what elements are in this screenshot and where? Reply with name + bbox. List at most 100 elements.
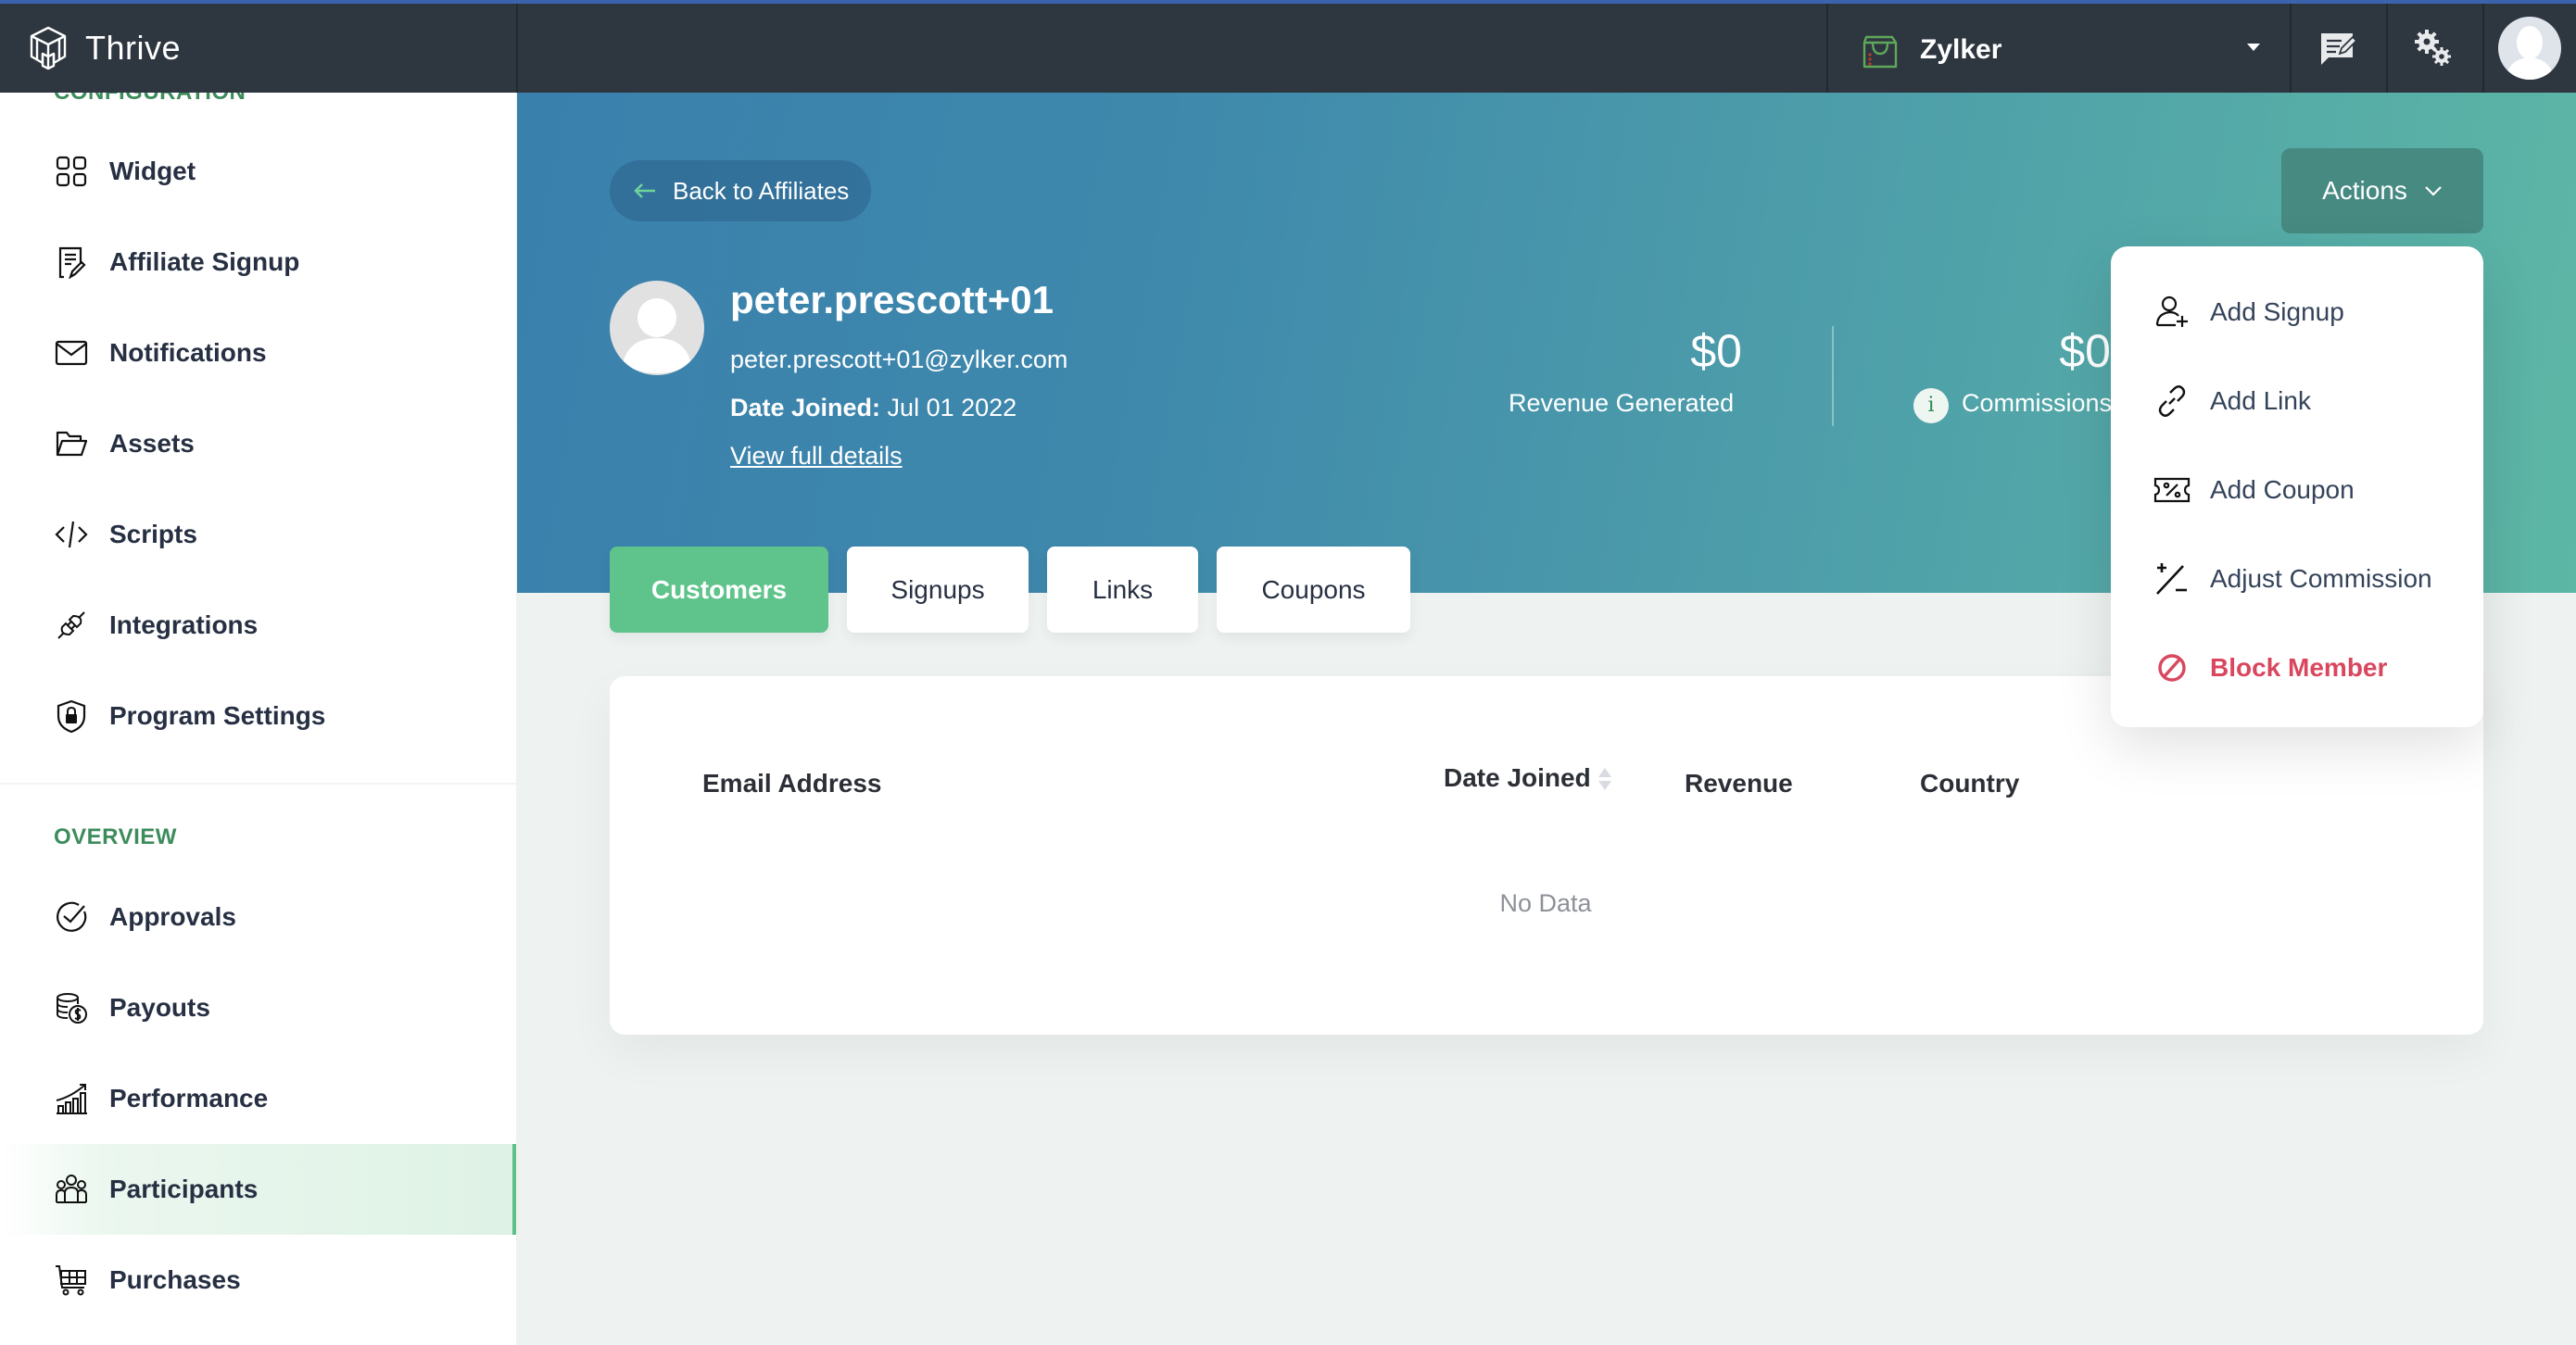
settings-gears-icon[interactable]: [2413, 28, 2454, 69]
date-joined-label: Date Joined:: [730, 394, 881, 421]
commissions-label: Commissions: [1962, 389, 2113, 417]
check-circle-icon: [54, 899, 89, 935]
chevron-down-icon: [2425, 186, 2442, 196]
sidebar-item-label: Purchases: [109, 1265, 241, 1294]
date-joined-value: Jul 01 2022: [887, 394, 1017, 421]
column-header-country: Country: [1920, 769, 2020, 798]
user-avatar[interactable]: [2498, 17, 2561, 80]
actions-label: Actions: [2322, 176, 2407, 205]
cart-icon: [54, 1263, 89, 1298]
affiliate-avatar: [610, 281, 704, 375]
stats-divider: [1832, 326, 1834, 426]
tab-links[interactable]: Links: [1047, 547, 1198, 633]
sidebar-item-label: Widget: [109, 157, 196, 185]
folder-open-icon: [54, 426, 89, 461]
plus-minus-icon: [2153, 560, 2191, 597]
sidebar-item-payouts[interactable]: Payouts: [0, 962, 516, 1053]
code-icon: [54, 517, 89, 552]
sidebar-item-scripts[interactable]: Scripts: [0, 489, 516, 580]
store-name: Zylker: [1920, 34, 2002, 65]
coins-dollar-icon: [54, 990, 89, 1025]
sidebar-item-label: Affiliate Signup: [109, 247, 300, 276]
actions-menu: Add Signup Add Link Add Coupon Adjust Co…: [2111, 246, 2483, 727]
sidebar-item-participants[interactable]: Participants: [0, 1144, 516, 1235]
sidebar-item-label: Program Settings: [109, 701, 326, 730]
grid-icon: [54, 154, 89, 189]
sidebar-item-label: Assets: [109, 429, 195, 458]
top-navigation-bar: Thrive Zylker: [0, 0, 2576, 93]
link-icon: [2153, 383, 2191, 420]
sidebar-item-performance[interactable]: Performance: [0, 1053, 516, 1144]
view-full-details-link[interactable]: View full details: [730, 442, 903, 471]
header-divider: [2482, 4, 2484, 93]
actions-dropdown-button[interactable]: Actions: [2281, 148, 2483, 233]
app-name: Thrive: [85, 29, 182, 67]
tab-customers[interactable]: Customers: [610, 547, 828, 633]
sidebar-item-label: Notifications: [109, 338, 267, 367]
header-divider: [2386, 4, 2388, 93]
sidebar-item-program-settings[interactable]: Program Settings: [0, 671, 516, 761]
sidebar-item-label: Integrations: [109, 610, 259, 639]
tab-coupons[interactable]: Coupons: [1217, 547, 1410, 633]
tab-signups[interactable]: Signups: [847, 547, 1029, 633]
menu-item-label: Add Signup: [2210, 297, 2344, 326]
form-edit-icon: [54, 245, 89, 280]
user-plus-icon: [2153, 294, 2191, 331]
sidebar-item-notifications[interactable]: Notifications: [0, 308, 516, 398]
feedback-icon[interactable]: [2317, 28, 2358, 69]
sidebar-item-label: Payouts: [109, 993, 210, 1022]
sidebar-item-label: Performance: [109, 1084, 269, 1112]
menu-item-label: Add Coupon: [2210, 475, 2355, 504]
store-switcher[interactable]: Zylker: [1859, 30, 2001, 70]
caret-down-icon[interactable]: [2247, 44, 2260, 51]
menu-item-label: Block Member: [2210, 653, 2388, 682]
commissions-value: $0: [2059, 325, 2111, 377]
growth-chart-icon: [54, 1081, 89, 1116]
sidebar-item-integrations[interactable]: Integrations: [0, 580, 516, 671]
sidebar-item-affiliate-signup[interactable]: Affiliate Signup: [0, 217, 516, 308]
shield-lock-icon: [54, 698, 89, 734]
arrow-left-icon: [634, 183, 655, 198]
coupon-icon: [2153, 471, 2191, 509]
sidebar: CONFIGURATION Widget Affiliate Signup No…: [0, 93, 516, 1345]
store-bag-icon: [1863, 35, 1898, 69]
sidebar-item-widget[interactable]: Widget: [0, 126, 516, 217]
people-icon: [54, 1172, 89, 1207]
back-button-label: Back to Affiliates: [673, 176, 850, 205]
sidebar-item-label: Scripts: [109, 520, 197, 548]
info-icon[interactable]: i: [1913, 388, 1949, 423]
affiliate-name: peter.prescott+01: [730, 278, 1054, 321]
menu-item-add-link[interactable]: Add Link: [2111, 364, 2483, 438]
sidebar-section-label: OVERVIEW: [54, 824, 177, 849]
customers-table-card: [610, 676, 2483, 1035]
revenue-generated-label: Revenue Generated: [1509, 389, 1735, 417]
sidebar-item-purchases[interactable]: Purchases: [0, 1235, 516, 1326]
plug-icon: [54, 608, 89, 643]
thrive-logo-icon: [30, 26, 67, 70]
menu-item-adjust-commission[interactable]: Adjust Commission: [2111, 542, 2483, 616]
sidebar-item-approvals[interactable]: Approvals: [0, 872, 516, 962]
menu-item-label: Adjust Commission: [2210, 564, 2432, 593]
sidebar-divider: [0, 783, 516, 785]
header-divider: [1826, 4, 1828, 93]
envelope-icon: [54, 335, 89, 371]
menu-item-label: Add Link: [2210, 386, 2311, 415]
column-header-email-address: Email Address: [702, 769, 882, 798]
menu-item-add-signup[interactable]: Add Signup: [2111, 275, 2483, 349]
header-divider: [2290, 4, 2292, 93]
sort-icon[interactable]: [1596, 765, 1614, 793]
affiliate-email: peter.prescott+01@zylker.com: [730, 346, 1068, 373]
column-header-date-joined[interactable]: Date Joined: [1444, 763, 1591, 793]
block-icon: [2153, 649, 2191, 686]
sidebar-item-label: Approvals: [109, 902, 236, 931]
revenue-generated-value: $0: [1690, 325, 1742, 377]
menu-item-block-member[interactable]: Block Member: [2111, 631, 2483, 705]
empty-state-text: No Data: [1499, 889, 1592, 917]
column-header-revenue: Revenue: [1685, 769, 1793, 798]
app-brand[interactable]: Thrive: [28, 24, 181, 72]
menu-item-add-coupon[interactable]: Add Coupon: [2111, 453, 2483, 527]
sidebar-item-assets[interactable]: Assets: [0, 398, 516, 489]
sidebar-section-label: CONFIGURATION: [54, 93, 246, 106]
back-to-affiliates-button[interactable]: Back to Affiliates: [610, 160, 871, 221]
sidebar-item-label: Participants: [109, 1175, 259, 1203]
